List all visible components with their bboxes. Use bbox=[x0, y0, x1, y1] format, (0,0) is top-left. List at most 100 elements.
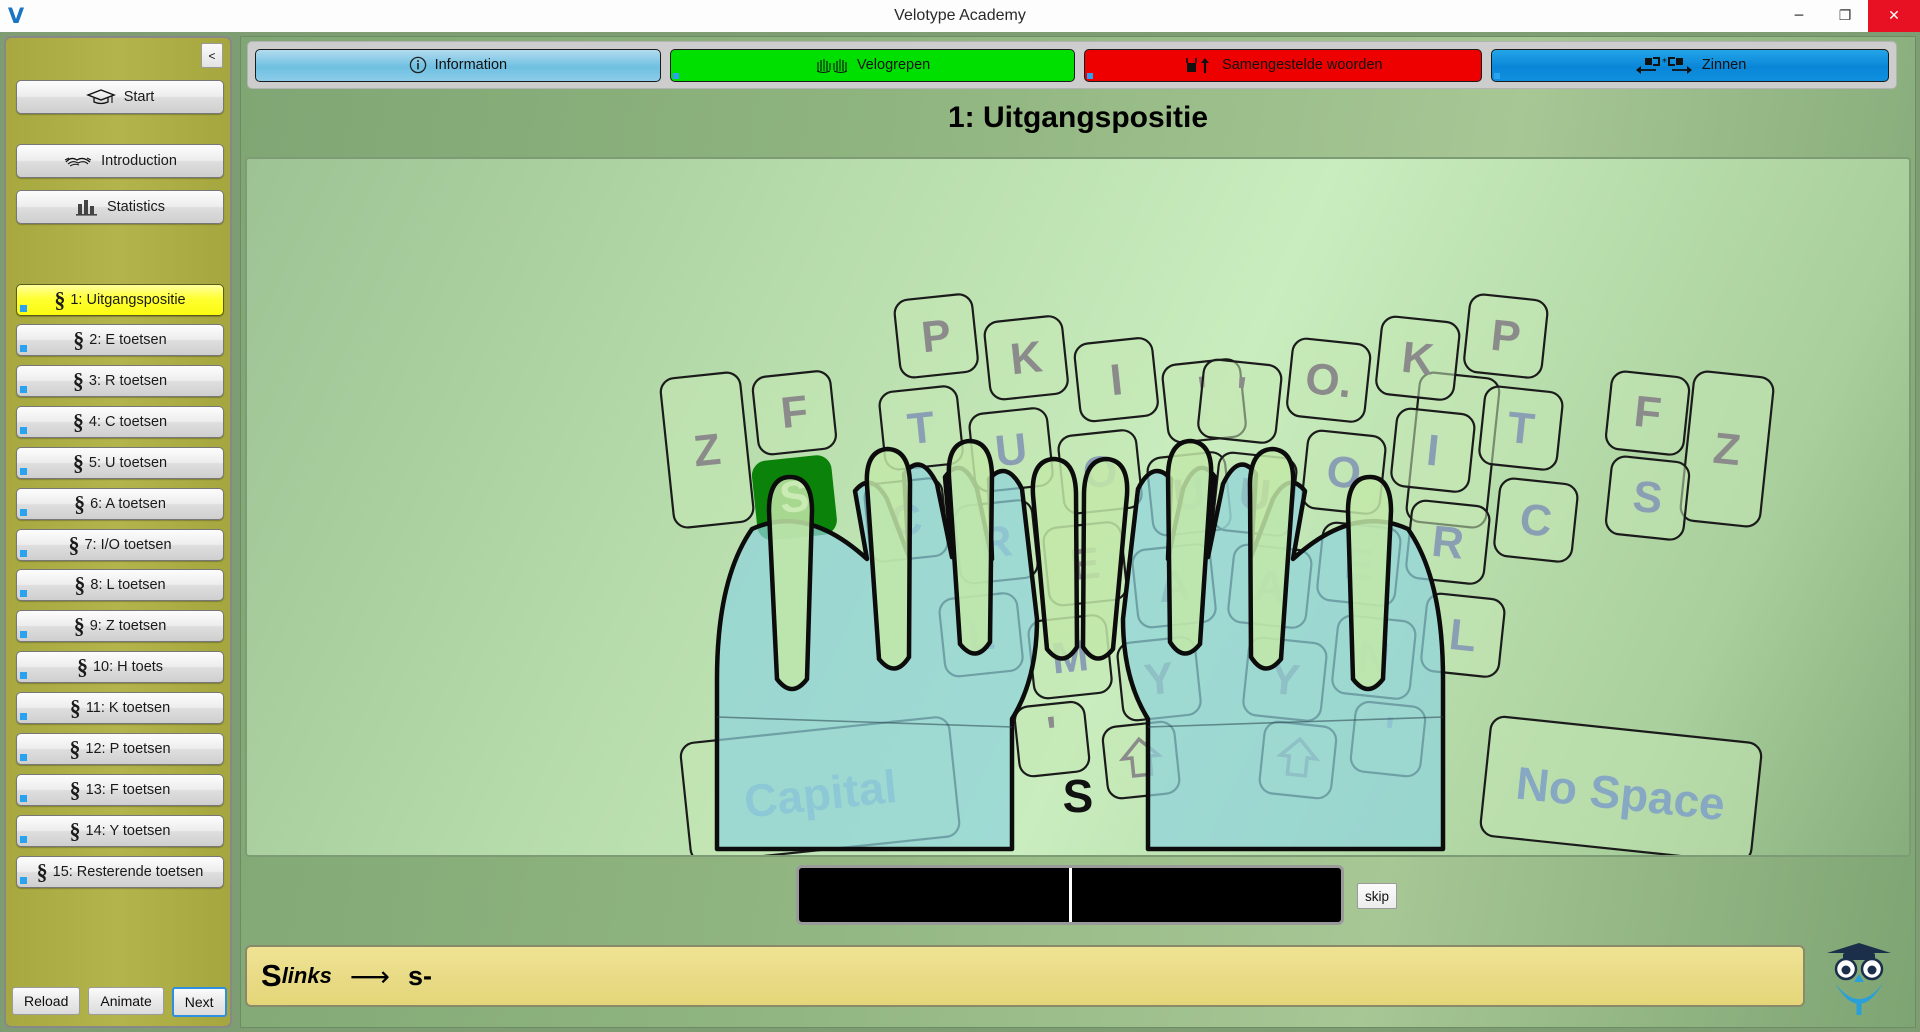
sidebar-item-start-label: Start bbox=[123, 89, 155, 105]
section-symbol-icon: § bbox=[69, 695, 81, 721]
sidebar-item-lesson-13[interactable]: § 13: F toetsen bbox=[16, 774, 224, 806]
tab-status-dot bbox=[1494, 72, 1501, 79]
svg-text:P: P bbox=[1489, 311, 1523, 363]
tab-information[interactable]: Information bbox=[255, 48, 661, 82]
close-button[interactable]: ✕ bbox=[1868, 0, 1920, 32]
animate-button[interactable]: Animate bbox=[88, 987, 164, 1015]
section-symbol-icon: § bbox=[68, 532, 80, 558]
sidebar-item-lesson-6[interactable]: § 6: A toetsen bbox=[16, 488, 224, 520]
svg-text:F: F bbox=[778, 387, 810, 439]
sidebar-item-lesson-14[interactable]: § 14: Y toetsen bbox=[16, 815, 224, 847]
typing-input-right[interactable] bbox=[1072, 868, 1342, 922]
section-symbol-icon: § bbox=[69, 736, 81, 762]
sidebar-item-lesson-1-label: 1: Uitgangspositie bbox=[70, 292, 186, 308]
lesson-status-dot bbox=[20, 877, 27, 884]
info-circle-icon bbox=[409, 56, 427, 74]
sidebar-item-lesson-3[interactable]: § 3: R toetsen bbox=[16, 365, 224, 397]
sidebar-item-lesson-7[interactable]: § 7: I/O toetsen bbox=[16, 529, 224, 561]
sidebar-item-lesson-4-label: 4: C toetsen bbox=[88, 414, 168, 430]
sidebar: < Start Introduction Statistics § 1: Uit… bbox=[4, 36, 232, 1028]
svg-text:C: C bbox=[1517, 495, 1554, 547]
section-symbol-icon: § bbox=[74, 491, 86, 517]
sidebar-item-lesson-8[interactable]: § 8: L toetsen bbox=[16, 569, 224, 601]
window-title: Velotype Academy bbox=[894, 7, 1026, 24]
lesson-status-dot bbox=[20, 631, 27, 638]
sidebar-item-lesson-1[interactable]: § 1: Uitgangspositie bbox=[16, 284, 224, 316]
sidebar-item-lesson-12[interactable]: § 12: P toetsen bbox=[16, 733, 224, 765]
word-arrow-icon bbox=[1184, 55, 1214, 75]
legend-bar: S links ⟶ s- bbox=[245, 945, 1805, 1007]
lesson-status-dot bbox=[20, 386, 27, 393]
svg-text:U: U bbox=[993, 424, 1030, 476]
sidebar-item-introduction-label: Introduction bbox=[101, 153, 177, 169]
sidebar-item-statistics[interactable]: Statistics bbox=[16, 190, 224, 224]
tab-velogrepen[interactable]: Velogrepen bbox=[669, 48, 1076, 82]
sidebar-item-start[interactable]: Start bbox=[16, 80, 224, 114]
sidebar-item-lesson-2-label: 2: E toetsen bbox=[89, 332, 167, 348]
legend-output: s- bbox=[407, 960, 432, 991]
keyboard-diagram: .kcap { fill:#c4e8b4; fill-opacity:.55; … bbox=[659, 293, 1775, 855]
tab-information-label: Information bbox=[434, 57, 508, 73]
sidebar-item-lesson-2[interactable]: § 2: E toetsen bbox=[16, 324, 224, 356]
svg-text:T: T bbox=[1505, 403, 1537, 455]
sidebar-item-lesson-11[interactable]: § 11: K toetsen bbox=[16, 692, 224, 724]
typing-input[interactable] bbox=[796, 865, 1344, 925]
sidebar-item-lesson-10[interactable]: § 10: H toets bbox=[16, 651, 224, 683]
arrow-right-icon: ⟶ bbox=[349, 959, 390, 993]
minimize-icon: ─ bbox=[1794, 8, 1804, 24]
section-symbol-icon: § bbox=[54, 287, 66, 313]
svg-text:*: * bbox=[1662, 57, 1667, 68]
tab-samengestelde-woorden-label: Samengestelde woorden bbox=[1222, 57, 1383, 73]
sidebar-item-lesson-5-label: 5: U toetsen bbox=[88, 455, 168, 471]
svg-text:L: L bbox=[1447, 610, 1479, 662]
sidebar-item-lesson-9-label: 9: Z toetsen bbox=[89, 618, 167, 634]
sidebar-item-statistics-label: Statistics bbox=[106, 199, 165, 215]
sidebar-item-introduction[interactable]: Introduction bbox=[16, 144, 224, 178]
lesson-status-dot bbox=[20, 305, 27, 312]
svg-text:K: K bbox=[1008, 332, 1045, 384]
svg-text:Z: Z bbox=[691, 425, 723, 477]
input-row: skip bbox=[241, 865, 1915, 927]
sidebar-item-lesson-3-label: 3: R toetsen bbox=[88, 373, 168, 389]
page-title: 1: Uitgangspositie bbox=[947, 101, 1209, 134]
sidebar-item-lesson-6-label: 6: A toetsen bbox=[90, 496, 166, 512]
sidebar-collapse-button[interactable]: < bbox=[201, 43, 223, 68]
tab-velogrepen-label: Velogrepen bbox=[856, 57, 931, 73]
tab-zinnen[interactable]: * Zinnen bbox=[1491, 48, 1889, 82]
section-symbol-icon: § bbox=[69, 777, 81, 803]
sidebar-item-lesson-12-label: 12: P toetsen bbox=[85, 741, 171, 757]
lesson-status-dot bbox=[20, 836, 27, 843]
sidebar-item-lesson-15[interactable]: § 15: Resterende toetsen bbox=[16, 856, 224, 888]
svg-text:T: T bbox=[905, 403, 937, 455]
sidebar-item-lesson-5[interactable]: § 5: U toetsen bbox=[16, 447, 224, 479]
owl-graduate-icon bbox=[1813, 941, 1905, 1019]
tab-samengestelde-woorden[interactable]: Samengestelde woorden bbox=[1084, 48, 1483, 82]
typing-input-left[interactable] bbox=[799, 868, 1069, 922]
svg-text:K: K bbox=[1399, 333, 1436, 385]
window-controls: ─ ❐ ✕ bbox=[1776, 0, 1920, 32]
mode-toolbar: Information Velogrepen Samengestelde woo… bbox=[247, 41, 1897, 89]
sidebar-item-lesson-9[interactable]: § 9: Z toetsen bbox=[16, 610, 224, 642]
sentence-arrows-icon: * bbox=[1634, 55, 1694, 75]
sidebar-footer-buttons: Reload Animate Next bbox=[12, 987, 227, 1017]
reload-button[interactable]: Reload bbox=[12, 987, 81, 1015]
minimize-button[interactable]: ─ bbox=[1776, 0, 1822, 32]
skip-button[interactable]: skip bbox=[1357, 883, 1398, 909]
lesson-status-dot bbox=[20, 345, 27, 352]
legend-hand-label: links bbox=[281, 963, 332, 988]
app-logo-icon: V bbox=[7, 4, 25, 28]
close-icon: ✕ bbox=[1888, 8, 1900, 24]
section-symbol-icon: § bbox=[72, 409, 84, 435]
section-symbol-icon: § bbox=[73, 327, 85, 353]
target-letter: S bbox=[1062, 770, 1094, 822]
svg-text:O.: O. bbox=[1303, 354, 1354, 408]
sidebar-item-lesson-14-label: 14: Y toetsen bbox=[85, 823, 171, 839]
sidebar-item-lesson-7-label: 7: I/O toetsen bbox=[84, 537, 172, 553]
maximize-button[interactable]: ❐ bbox=[1822, 0, 1868, 32]
svg-text:R: R bbox=[1429, 517, 1466, 569]
section-symbol-icon: § bbox=[76, 654, 88, 680]
next-button[interactable]: Next bbox=[171, 987, 227, 1017]
sidebar-item-lesson-8-label: 8: L toetsen bbox=[90, 577, 166, 593]
lesson-status-dot bbox=[20, 754, 27, 761]
sidebar-item-lesson-4[interactable]: § 4: C toetsen bbox=[16, 406, 224, 438]
